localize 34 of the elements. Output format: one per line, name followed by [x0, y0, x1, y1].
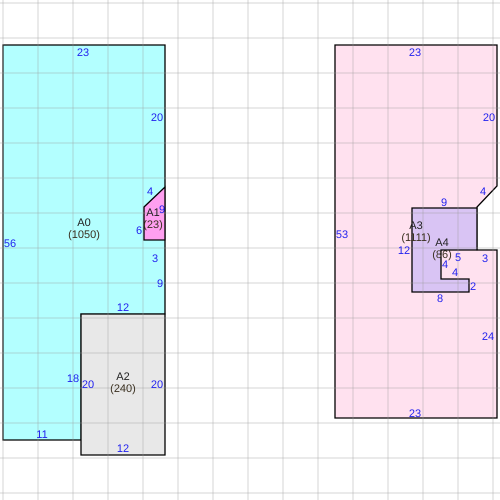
dimension-label: 56	[4, 238, 16, 250]
area-label: (1050)	[68, 229, 100, 241]
dimension-label: 4	[146, 186, 154, 198]
dimension-label: 4	[480, 186, 486, 198]
area-label: (240)	[110, 383, 136, 395]
dimension-label: 9	[158, 204, 166, 216]
dimension-label: 4	[452, 267, 458, 279]
dimension-label: 2	[470, 281, 476, 293]
dimension-label: 53	[336, 229, 348, 241]
dimension-label: 12	[116, 443, 130, 455]
dimension-label: 3	[152, 253, 158, 265]
dimension-label: 18	[66, 373, 80, 385]
room-label: A4	[435, 237, 449, 249]
dimension-label: 8	[436, 293, 444, 305]
dimension-label: 23	[408, 408, 422, 420]
dimension-label: 23	[408, 47, 422, 59]
room-label: A0	[77, 217, 91, 229]
dimension-label: 4	[442, 259, 448, 271]
dimension-label: 11	[36, 429, 48, 441]
dimension-label: 5	[454, 252, 462, 264]
dimension-label: 24	[482, 331, 494, 343]
dimension-label: 20	[150, 379, 164, 391]
dimension-label: 6	[136, 225, 142, 237]
dimension-label: 23	[76, 47, 90, 59]
room-label: A1	[146, 207, 160, 219]
dimension-label: 20	[82, 379, 94, 391]
room-label: A2	[116, 371, 130, 383]
dimension-label: 20	[482, 112, 496, 124]
dimension-label: 20	[150, 112, 164, 124]
dimension-label: 3	[482, 253, 488, 265]
dimension-label: 9	[156, 278, 164, 290]
dimension-label: 12	[398, 245, 410, 257]
dimension-label: 12	[116, 302, 130, 314]
dimension-label: 9	[440, 197, 448, 209]
